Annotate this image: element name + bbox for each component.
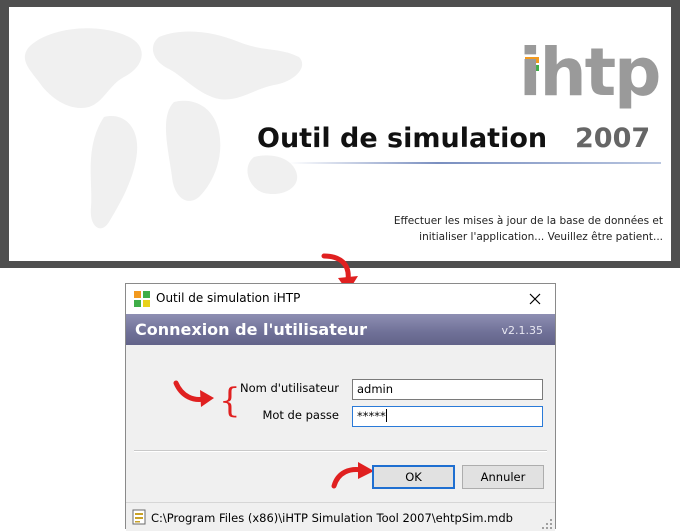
close-button[interactable] [515,284,555,314]
red-brace-icon: { [219,381,241,421]
banner-title: Connexion de l'utilisateur [135,320,367,339]
splash-status-line-1: Effectuer les mises à jour de la base de… [393,215,663,227]
red-ok-arrow-icon [331,462,374,489]
login-dialog: Outil de simulation iHTP Connexion de l'… [125,283,556,531]
username-input[interactable]: admin [352,379,543,400]
password-input[interactable]: ***** [352,406,543,427]
window-title: Outil de simulation iHTP [156,291,301,305]
close-icon [529,293,541,305]
resize-grip-icon[interactable] [542,519,552,529]
red-pointer-arrow-icon [173,380,214,407]
username-label: Nom d'utilisateur [240,381,339,395]
database-path: C:\Program Files (x86)\iHTP Simulation T… [151,511,513,525]
version-label: v2.1.35 [501,324,544,337]
splash-divider [289,162,661,164]
splash-status-text: Effectuer les mises à jour de la base de… [343,213,663,245]
splash-status-line-2: initialiser l'application... Veuillez êt… [419,231,663,243]
title-bar[interactable]: Outil de simulation iHTP [126,284,555,314]
ihtp-logo: ihtp [519,37,669,117]
status-bar: C:\Program Files (x86)\iHTP Simulation T… [126,502,555,531]
text-caret [385,409,387,422]
password-mask: ***** [357,409,386,423]
splash-window: ihtp Outil de simulation 2007 Effectuer … [0,0,680,268]
cancel-button[interactable]: Annuler [462,465,544,489]
ok-button[interactable]: OK [372,465,455,489]
splash-year: 2007 [575,123,651,154]
password-label: Mot de passe [262,408,339,422]
grid-app-icon [134,291,150,307]
separator [134,450,547,452]
database-file-icon [132,509,146,525]
logo-text: ihtp [519,34,661,111]
splash-title: Outil de simulation [257,123,548,154]
splash-content: ihtp Outil de simulation 2007 Effectuer … [9,7,671,261]
header-banner: Connexion de l'utilisateur v2.1.35 [126,314,555,345]
